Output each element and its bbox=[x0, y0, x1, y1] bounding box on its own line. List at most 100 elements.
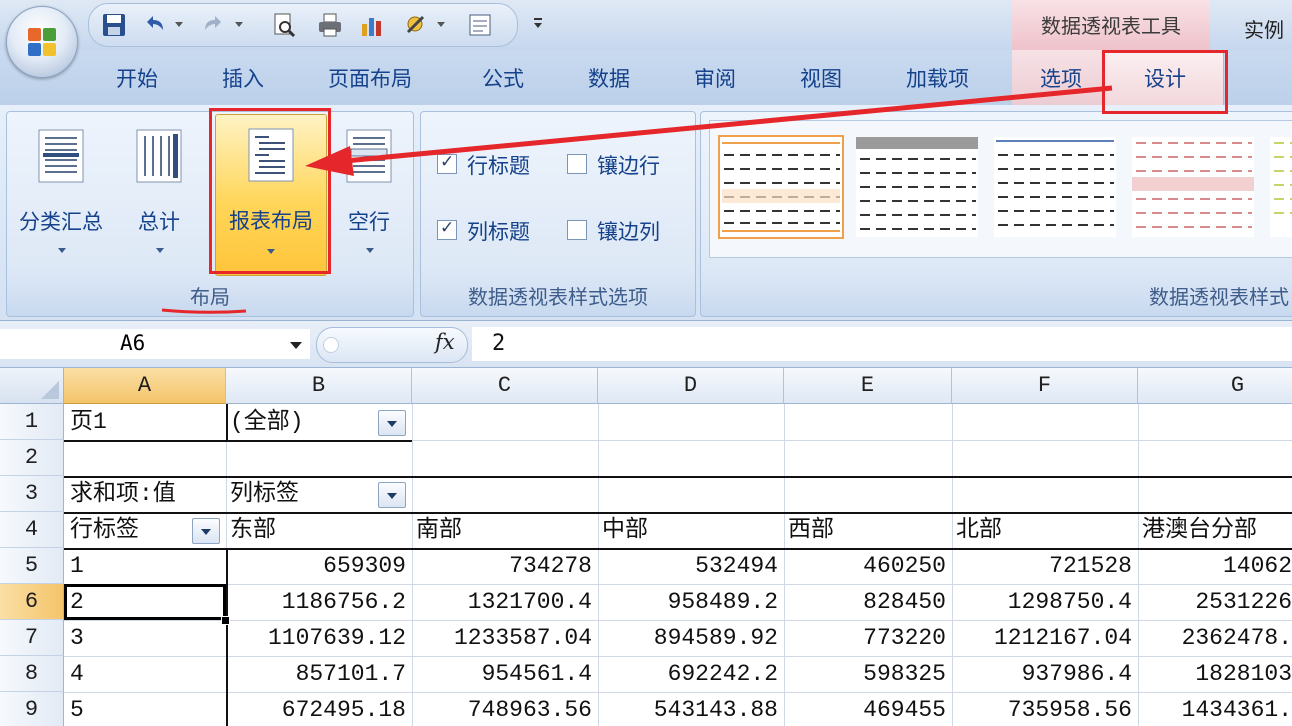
row-label-cell[interactable]: 4 bbox=[70, 656, 220, 692]
value-cell[interactable]: 1212167.04 bbox=[952, 620, 1132, 656]
pivot-style-blue[interactable] bbox=[994, 137, 1116, 237]
save-icon[interactable] bbox=[101, 12, 127, 38]
column-labels-label[interactable]: 列标签 bbox=[230, 476, 380, 512]
column-header-c[interactable]: C bbox=[412, 368, 598, 404]
value-cell[interactable]: 735958.56 bbox=[952, 692, 1132, 726]
value-cell[interactable]: 1828103 bbox=[1138, 656, 1292, 692]
row-header-5[interactable]: 5 bbox=[0, 548, 64, 584]
column-labels-dropdown-icon[interactable] bbox=[378, 482, 406, 508]
checkbox[interactable]: ✓ bbox=[437, 152, 457, 174]
name-box[interactable]: A6 bbox=[0, 329, 310, 359]
row-header-8[interactable]: 8 bbox=[0, 656, 64, 692]
pivot-style-green[interactable] bbox=[1270, 137, 1292, 237]
column-header-g[interactable]: G bbox=[1138, 368, 1292, 404]
column-header-a[interactable]: A bbox=[64, 368, 226, 404]
sum-of-values-label[interactable]: 求和项:值 bbox=[70, 476, 226, 512]
value-cell[interactable]: 598325 bbox=[784, 656, 946, 692]
value-cell[interactable]: 958489.2 bbox=[598, 584, 778, 620]
fill-handle[interactable] bbox=[221, 616, 230, 625]
row-headers-checkbox[interactable]: ✓ 行标题 bbox=[437, 150, 557, 180]
customize-qat-icon[interactable] bbox=[530, 14, 546, 34]
value-cell[interactable]: 543143.88 bbox=[598, 692, 778, 726]
value-cell[interactable]: 1186756.2 bbox=[226, 584, 406, 620]
value-cell[interactable]: 692242.2 bbox=[598, 656, 778, 692]
row-header-7[interactable]: 7 bbox=[0, 620, 64, 656]
value-cell[interactable]: 672495.18 bbox=[226, 692, 406, 726]
value-cell[interactable]: 828450 bbox=[784, 584, 946, 620]
value-cell[interactable]: 721528 bbox=[952, 548, 1132, 584]
resize-handle-icon[interactable] bbox=[323, 337, 339, 353]
tab-insert[interactable]: 插入 bbox=[222, 63, 264, 93]
value-cell[interactable]: 857101.7 bbox=[226, 656, 406, 692]
row-header-4[interactable]: 4 bbox=[0, 512, 64, 548]
value-cell[interactable]: 937986.4 bbox=[952, 656, 1132, 692]
tab-data[interactable]: 数据 bbox=[588, 63, 630, 93]
redo-dropdown-icon[interactable] bbox=[235, 22, 243, 27]
form-icon[interactable] bbox=[467, 12, 493, 38]
checkbox[interactable]: ✓ bbox=[437, 218, 457, 240]
value-cell[interactable]: 748963.56 bbox=[412, 692, 592, 726]
tab-home[interactable]: 开始 bbox=[116, 63, 158, 93]
value-cell[interactable]: 2531226 bbox=[1138, 584, 1292, 620]
column-header-east[interactable]: 东部 bbox=[230, 512, 410, 548]
undo-icon[interactable] bbox=[141, 12, 167, 38]
grand-totals-button[interactable]: 总计 bbox=[115, 118, 203, 270]
value-cell[interactable]: 460250 bbox=[784, 548, 946, 584]
value-cell[interactable]: 954561.4 bbox=[412, 656, 592, 692]
column-header-south[interactable]: 南部 bbox=[416, 512, 596, 548]
print-preview-icon[interactable] bbox=[271, 12, 297, 38]
column-header-west[interactable]: 西部 bbox=[788, 512, 948, 548]
tab-page-layout[interactable]: 页面布局 bbox=[328, 63, 412, 93]
checkbox[interactable] bbox=[567, 220, 587, 240]
column-header-b[interactable]: B bbox=[226, 368, 412, 404]
value-cell[interactable]: 469455 bbox=[784, 692, 946, 726]
column-header-f[interactable]: F bbox=[952, 368, 1138, 404]
column-headers-checkbox[interactable]: ✓ 列标题 bbox=[437, 216, 557, 246]
row-header-1[interactable]: 1 bbox=[0, 404, 64, 440]
pivot-style-gray[interactable] bbox=[856, 137, 978, 237]
row-header-9[interactable]: 9 bbox=[0, 692, 64, 726]
value-cell[interactable]: 773220 bbox=[784, 620, 946, 656]
name-box-dropdown-icon[interactable] bbox=[290, 342, 302, 349]
tab-view[interactable]: 视图 bbox=[800, 63, 842, 93]
page-filter-dropdown-icon[interactable] bbox=[378, 410, 406, 436]
subtotals-button[interactable]: 分类汇总 bbox=[17, 118, 105, 270]
tools-dropdown-icon[interactable] bbox=[437, 22, 445, 27]
column-header-d[interactable]: D bbox=[598, 368, 784, 404]
row-labels-label[interactable]: 行标签 bbox=[70, 512, 190, 548]
value-cell[interactable]: 1298750.4 bbox=[952, 584, 1132, 620]
row-label-cell[interactable]: 1 bbox=[70, 548, 220, 584]
value-cell[interactable]: 1321700.4 bbox=[412, 584, 592, 620]
column-header-hk-macao-taiwan[interactable]: 港澳台分部 bbox=[1142, 512, 1292, 548]
row-label-cell[interactable]: 3 bbox=[70, 620, 220, 656]
tab-options[interactable]: 选项 bbox=[1040, 63, 1082, 93]
checkbox[interactable] bbox=[567, 154, 587, 174]
banded-columns-checkbox[interactable]: 镶边列 bbox=[567, 216, 687, 246]
tools-icon[interactable] bbox=[403, 12, 429, 38]
select-all-button[interactable] bbox=[0, 368, 64, 404]
column-header-north[interactable]: 北部 bbox=[956, 512, 1136, 548]
value-cell[interactable]: 659309 bbox=[226, 548, 406, 584]
blank-rows-button[interactable]: 空行 bbox=[325, 118, 413, 270]
formula-input[interactable]: 2 bbox=[472, 327, 1292, 361]
worksheet-grid[interactable]: A B C D E F G 1 2 3 4 5 6 7 8 9 页1 (全部) … bbox=[0, 368, 1292, 726]
office-button[interactable] bbox=[6, 6, 78, 78]
banded-rows-checkbox[interactable]: 镶边行 bbox=[567, 150, 687, 180]
insert-function-button[interactable]: fx bbox=[435, 330, 455, 354]
value-cell[interactable]: 1107639.12 bbox=[226, 620, 406, 656]
pivot-style-rose[interactable] bbox=[1132, 137, 1254, 237]
value-cell[interactable]: 2362478. bbox=[1138, 620, 1292, 656]
row-header-3[interactable]: 3 bbox=[0, 476, 64, 512]
row-header-6[interactable]: 6 bbox=[0, 584, 64, 620]
tab-review[interactable]: 审阅 bbox=[694, 63, 736, 93]
chart-icon[interactable] bbox=[359, 12, 385, 38]
value-cell[interactable]: 734278 bbox=[412, 548, 592, 584]
row-labels-dropdown-icon[interactable] bbox=[192, 518, 220, 544]
undo-dropdown-icon[interactable] bbox=[175, 22, 183, 27]
row-label-cell[interactable]: 5 bbox=[70, 692, 220, 726]
page-field-label[interactable]: 页1 bbox=[70, 404, 220, 440]
value-cell[interactable]: 14062 bbox=[1138, 548, 1292, 584]
page-field-value[interactable]: (全部) bbox=[230, 404, 380, 440]
redo-icon[interactable] bbox=[201, 12, 227, 38]
column-header-e[interactable]: E bbox=[784, 368, 952, 404]
